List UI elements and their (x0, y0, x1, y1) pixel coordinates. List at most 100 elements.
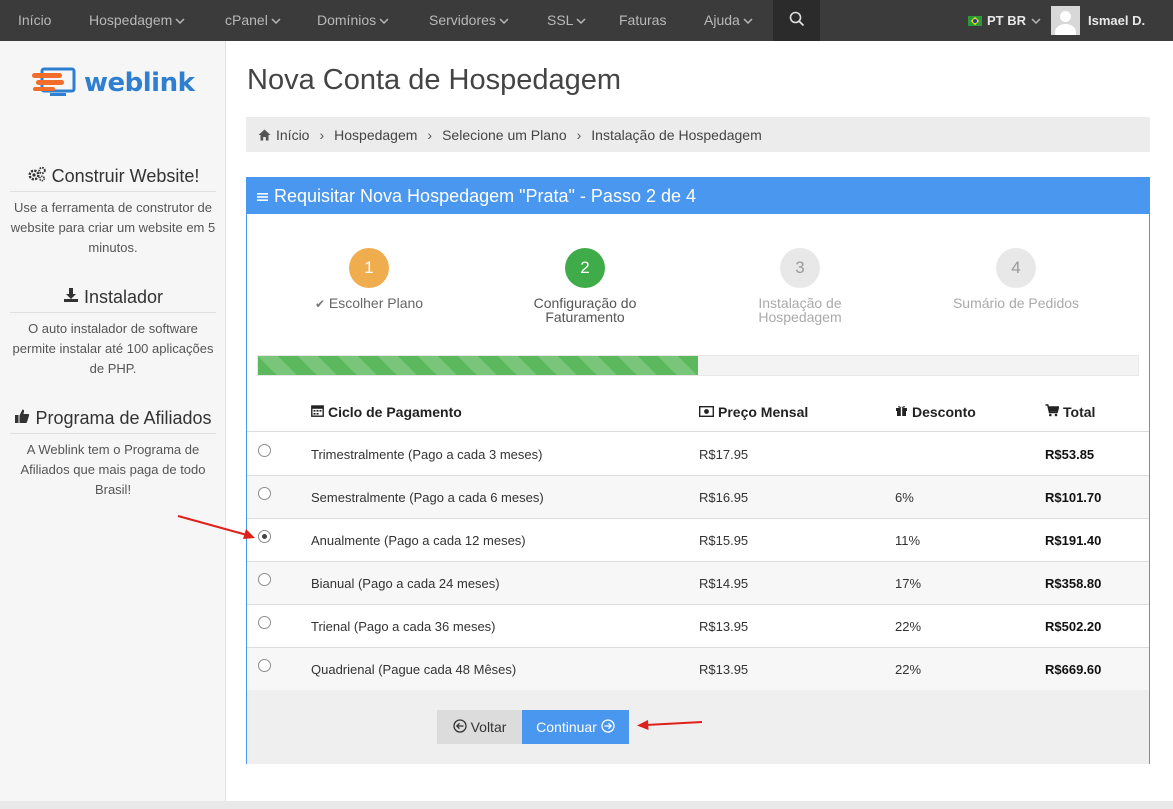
nav-inicio[interactable]: Início (18, 0, 51, 41)
home-icon (258, 129, 271, 141)
progress-fill (258, 356, 698, 375)
breadcrumb-hospedagem[interactable]: Hospedagem (334, 127, 417, 143)
col-monthly-header: Preço Mensal (698, 392, 809, 432)
nav-faturas[interactable]: Faturas (619, 0, 666, 41)
step-4: 4 Sumário de Pedidos (921, 248, 1111, 310)
table-row[interactable]: Trienal (Pago a cada 36 meses) R$13.95 2… (247, 605, 1149, 648)
monthly-cell: R$13.95 (699, 619, 749, 634)
side-title-construir: Construir Website! (10, 166, 216, 192)
language-selector[interactable]: PT BR (968, 0, 1041, 41)
user-menu[interactable]: Ismael D. (1051, 6, 1145, 35)
total-cell: R$101.70 (1045, 490, 1102, 505)
billing-cycle-radio-selected[interactable] (258, 530, 271, 543)
billing-cycle-radio[interactable] (258, 487, 271, 500)
step-3-circle: 3 (780, 248, 820, 288)
breadcrumb-separator: › (319, 126, 325, 143)
breadcrumb-inicio[interactable]: Início (276, 127, 309, 143)
panel-heading: Requisitar Nova Hospedagem "Prata" - Pas… (247, 178, 1149, 214)
side-title-construir-text: Construir Website! (51, 166, 200, 186)
side-title-afiliados: Programa de Afiliados (10, 408, 216, 434)
table-row[interactable]: Trimestralmente (Pago a cada 3 meses) R$… (247, 433, 1149, 476)
table-row[interactable]: Quadrienal (Pague cada 48 Mêses) R$13.95… (247, 648, 1149, 691)
total-cell: R$191.40 (1045, 533, 1102, 548)
menu-bars-icon (257, 186, 268, 207)
calendar-icon (311, 392, 324, 432)
billing-cycle-radio[interactable] (258, 616, 271, 629)
nav-servidores[interactable]: Servidores (429, 0, 509, 41)
discount-cell: 22% (895, 619, 922, 634)
continue-button[interactable]: Continuar (522, 710, 629, 744)
col-cycle-header: Ciclo de Pagamento (311, 392, 462, 432)
side-text-construir: Use a ferramenta de construtor de websit… (10, 200, 216, 255)
gift-icon (895, 392, 908, 432)
table-row[interactable]: Anualmente (Pago a cada 12 meses) R$15.9… (247, 519, 1149, 562)
check-icon: ✔ (314, 297, 325, 311)
chevron-down-icon (573, 12, 586, 28)
step-1: 1 ✔ Escolher Plano (274, 248, 464, 311)
step-2-label: Configuração do Faturamento (533, 295, 637, 325)
search-icon (789, 11, 805, 30)
monthly-cell: R$15.95 (699, 533, 749, 548)
continue-label: Continuar (536, 719, 597, 735)
avatar (1051, 6, 1080, 35)
monthly-cell: R$13.95 (699, 662, 749, 677)
billing-cycle-radio[interactable] (258, 444, 271, 457)
nav-hospedagem[interactable]: Hospedagem (89, 0, 185, 41)
chevron-down-icon (1031, 1, 1041, 41)
step-3: 3 Instalação de Hospedagem (705, 248, 895, 324)
side-section-construir: Construir Website! Use a ferramenta de c… (10, 166, 216, 258)
step-2-circle: 2 (565, 248, 605, 288)
nav-ajuda[interactable]: Ajuda (704, 0, 753, 41)
table-header: Ciclo de Pagamento Preço Mensal Desconto… (247, 392, 1149, 432)
circle-arrow-right-icon (601, 718, 615, 736)
nav-cpanel[interactable]: cPanel (225, 0, 281, 41)
step-4-label: Sumário de Pedidos (952, 295, 1080, 311)
billing-cycle-radio[interactable] (258, 659, 271, 672)
nav-dominios-label: Domínios (317, 12, 377, 28)
progress-bar (257, 355, 1139, 376)
chevron-down-icon (496, 12, 509, 28)
step-1-label: Escolher Plano (328, 295, 424, 311)
brazil-flag-icon (968, 15, 982, 26)
cycle-cell: Anualmente (Pago a cada 12 meses) (311, 533, 526, 548)
nav-ssl[interactable]: SSL (547, 0, 586, 41)
monthly-cell: R$14.95 (699, 576, 749, 591)
total-cell: R$669.60 (1045, 662, 1102, 677)
discount-cell: 6% (895, 490, 914, 505)
billing-cycle-radio[interactable] (258, 573, 271, 586)
nav-inicio-label: Início (18, 12, 52, 28)
weblink-logo[interactable]: weblink (32, 65, 195, 101)
side-text-instalador: O auto instalador de software permite in… (12, 321, 214, 376)
side-title-instalador: Instalador (10, 287, 216, 313)
search-button[interactable] (773, 0, 820, 41)
annotation-arrow-icon (637, 720, 703, 730)
back-button[interactable]: Voltar (437, 710, 522, 744)
nav-servidores-label: Servidores (429, 12, 496, 28)
step-1-label-wrap: ✔ Escolher Plano (274, 296, 464, 311)
side-title-afiliados-text: Programa de Afiliados (35, 408, 212, 428)
step-3-label: Instalação de Hospedagem (758, 295, 842, 325)
col-monthly-label: Preço Mensal (718, 404, 809, 420)
nav-dominios[interactable]: Domínios (317, 0, 389, 41)
cart-icon (1045, 392, 1060, 432)
table-row[interactable]: Bianual (Pago a cada 24 meses) R$14.95 1… (247, 562, 1149, 605)
col-total-label: Total (1063, 404, 1096, 420)
monthly-cell: R$17.95 (699, 447, 749, 462)
cycle-cell: Semestralmente (Pago a cada 6 meses) (311, 490, 544, 505)
nav-faturas-label: Faturas (619, 12, 667, 28)
total-cell: R$502.20 (1045, 619, 1102, 634)
col-discount-label: Desconto (912, 404, 976, 420)
cycle-cell: Bianual (Pago a cada 24 meses) (311, 576, 500, 591)
sidebar: weblink Construir Website! Use a ferrame… (0, 41, 226, 809)
cycle-cell: Quadrienal (Pague cada 48 Mêses) (311, 662, 517, 677)
weblink-logo-icon (32, 67, 76, 96)
step-1-circle: 1 (349, 248, 389, 288)
page-bottom-strip (0, 801, 1173, 809)
cycle-cell: Trimestralmente (Pago a cada 3 meses) (311, 447, 543, 462)
order-panel: Requisitar Nova Hospedagem "Prata" - Pas… (246, 177, 1150, 764)
table-row[interactable]: Semestralmente (Pago a cada 6 meses) R$1… (247, 476, 1149, 519)
chevron-down-icon (268, 12, 281, 28)
col-discount-header: Desconto (895, 392, 976, 432)
breadcrumb-selecione-plano[interactable]: Selecione um Plano (442, 127, 567, 143)
nav-cpanel-label: cPanel (225, 12, 268, 28)
